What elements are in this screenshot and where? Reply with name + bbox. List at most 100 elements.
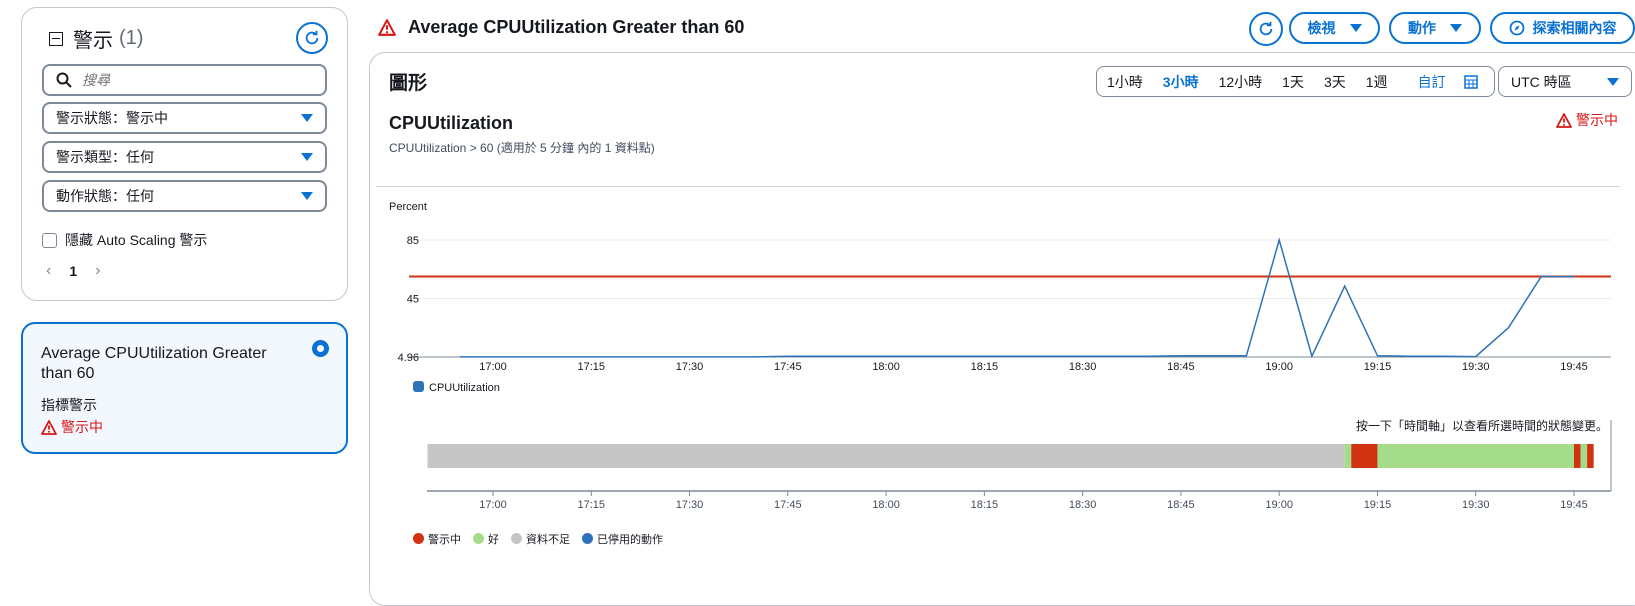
time-range-1w[interactable]: 1週 — [1356, 72, 1398, 92]
next-page-icon[interactable]: › — [95, 262, 100, 280]
time-range-3h[interactable]: 3小時 — [1153, 72, 1209, 92]
timeline-legend-swatch — [473, 533, 484, 544]
header-refresh-button[interactable] — [1249, 12, 1283, 46]
alarm-status: 警示中 — [41, 417, 103, 437]
hide-autoscaling-checkbox[interactable] — [42, 232, 57, 248]
timeline-x-tick-label: 19:00 — [1265, 499, 1293, 511]
timeline-legend-label: 已停用的動作 — [597, 532, 663, 546]
page-title: Average CPUUtilization Greater than 60 — [378, 17, 744, 38]
caret-down-icon — [1349, 24, 1362, 32]
x-tick-label: 19:45 — [1560, 361, 1588, 373]
x-tick-label: 18:15 — [971, 361, 999, 373]
collapse-icon[interactable] — [49, 31, 63, 46]
timeline-legend-label: 資料不足 — [526, 532, 570, 546]
timeline-hint: 按一下「時間軸」以查看所選時間的狀態變更。 — [1356, 419, 1609, 433]
timeline-x-tick-label: 17:15 — [578, 499, 606, 511]
alarm-type-label: 指標警示 — [41, 397, 97, 413]
warning-icon — [378, 19, 396, 36]
hide-autoscaling-option: 隱藏 Auto Scaling 警示 — [42, 230, 207, 250]
time-range-selector: 1小時 3小時 12小時 1天 3天 1週 自訂 — [1096, 66, 1495, 97]
warning-icon — [1556, 112, 1572, 128]
time-range-3d[interactable]: 3天 — [1314, 72, 1356, 92]
graph-alarm-status-text: 警示中 — [1576, 112, 1618, 128]
refresh-button[interactable] — [296, 22, 328, 54]
legend-swatch — [413, 381, 424, 392]
panel-title: 警示 — [73, 30, 113, 52]
search-input[interactable] — [80, 71, 310, 89]
explore-button-label: 探索相關內容 — [1532, 20, 1617, 36]
x-tick-label: 18:00 — [872, 361, 900, 373]
time-range-custom[interactable]: 自訂 — [1398, 72, 1488, 92]
timeline-x-tick-label: 19:45 — [1560, 499, 1588, 511]
time-range-1d[interactable]: 1天 — [1272, 72, 1314, 92]
timeline-segment-ok — [1377, 444, 1574, 468]
alarm-type-select[interactable]: 警示類型：任何 — [42, 141, 327, 173]
y-tick-label: 45 — [407, 293, 419, 305]
x-tick-label: 17:45 — [774, 361, 802, 373]
timeline-segment-ok — [1344, 444, 1352, 468]
refresh-icon — [305, 30, 319, 45]
alarm-count: (1) — [119, 27, 144, 49]
timeline-segment-alarm — [1351, 444, 1378, 468]
timeline-legend-swatch — [582, 533, 593, 544]
timeline-segment-alarm — [1574, 444, 1581, 468]
x-tick-label: 19:15 — [1364, 361, 1392, 373]
timeline-x-tick-label: 18:30 — [1069, 499, 1097, 511]
actions-button[interactable]: 動作 — [1389, 12, 1481, 44]
x-tick-label: 18:45 — [1167, 361, 1195, 373]
timeline-segment-alarm — [1587, 444, 1594, 468]
timeline-legend-label: 好 — [488, 532, 499, 546]
compass-icon — [1509, 20, 1524, 36]
action-state-select[interactable]: 動作狀態：任何 — [42, 180, 327, 212]
alarm-filter-panel: 警示 (1) 警示狀態：警示中 警示類型：任何 動作狀態：任何 隱藏 Auto … — [21, 7, 348, 301]
current-page[interactable]: 1 — [69, 263, 77, 279]
time-range-1h[interactable]: 1小時 — [1097, 72, 1153, 92]
view-button-label: 檢視 — [1307, 20, 1336, 36]
timeline-x-tick-label: 17:30 — [676, 499, 704, 511]
refresh-icon — [1259, 21, 1273, 36]
x-tick-label: 17:15 — [578, 361, 606, 373]
alarm-select-radio[interactable] — [312, 340, 329, 357]
graph-section-title: 圖形 — [389, 73, 428, 94]
hide-autoscaling-label: 隱藏 Auto Scaling 警示 — [65, 232, 208, 248]
actions-button-label: 動作 — [1408, 20, 1436, 36]
caret-down-icon — [301, 153, 313, 161]
alarm-card-title: Average CPUUtilization Greater than 60 — [41, 345, 267, 382]
y-tick-label: 85 — [407, 235, 419, 247]
warning-icon — [41, 419, 57, 435]
timeline-segment-insufficient — [427, 444, 1345, 468]
timeline-x-tick-label: 19:15 — [1364, 499, 1392, 511]
timezone-select[interactable]: UTC 時區 — [1498, 66, 1632, 97]
x-tick-label: 19:30 — [1462, 361, 1490, 373]
alarm-status-text: 警示中 — [61, 419, 103, 435]
alarm-card[interactable]: Average CPUUtilization Greater than 60 指… — [21, 322, 348, 454]
graph-alarm-status: 警示中 — [1556, 110, 1618, 130]
timeline-x-tick-label: 18:15 — [971, 499, 999, 511]
search-icon — [56, 72, 72, 88]
pagination: ‹ 1 › — [46, 262, 100, 280]
alarm-state-select[interactable]: 警示狀態：警示中 — [42, 102, 327, 134]
caret-down-icon — [301, 114, 313, 122]
metric-title: CPUUtilization — [389, 113, 513, 133]
caret-down-icon — [301, 192, 313, 200]
timeline-legend-swatch — [511, 533, 522, 544]
alarm-state-value: 警示狀態：警示中 — [56, 110, 168, 126]
x-tick-label: 17:30 — [676, 361, 704, 373]
view-button[interactable]: 檢視 — [1289, 12, 1380, 44]
timeline-x-tick-label: 18:45 — [1167, 499, 1195, 511]
timeline-x-tick-label: 17:00 — [479, 499, 507, 511]
time-range-12h[interactable]: 12小時 — [1209, 72, 1273, 92]
timeline-segment-ok — [1580, 444, 1588, 468]
metric-condition: CPUUtilization > 60 (適用於 5 分鐘 內的 1 資料點) — [389, 141, 655, 155]
timeline-legend-label: 警示中 — [428, 532, 461, 546]
cpu-chart: Percent 4.96 45 85 17:00 17:15 17:30 17:45 18:00… — [389, 201, 1612, 546]
x-tick-label: 17:00 — [479, 361, 507, 373]
previous-page-icon[interactable]: ‹ — [46, 262, 51, 280]
action-state-value: 動作狀態：任何 — [56, 188, 154, 204]
y-axis-label: Percent — [389, 201, 427, 213]
explore-related-button[interactable]: 探索相關內容 — [1490, 12, 1635, 44]
panel-header: 警示 (1) — [49, 24, 143, 53]
timeline-x-tick-label: 19:30 — [1462, 499, 1490, 511]
search-field[interactable] — [42, 64, 327, 96]
custom-range-label: 自訂 — [1417, 73, 1446, 90]
